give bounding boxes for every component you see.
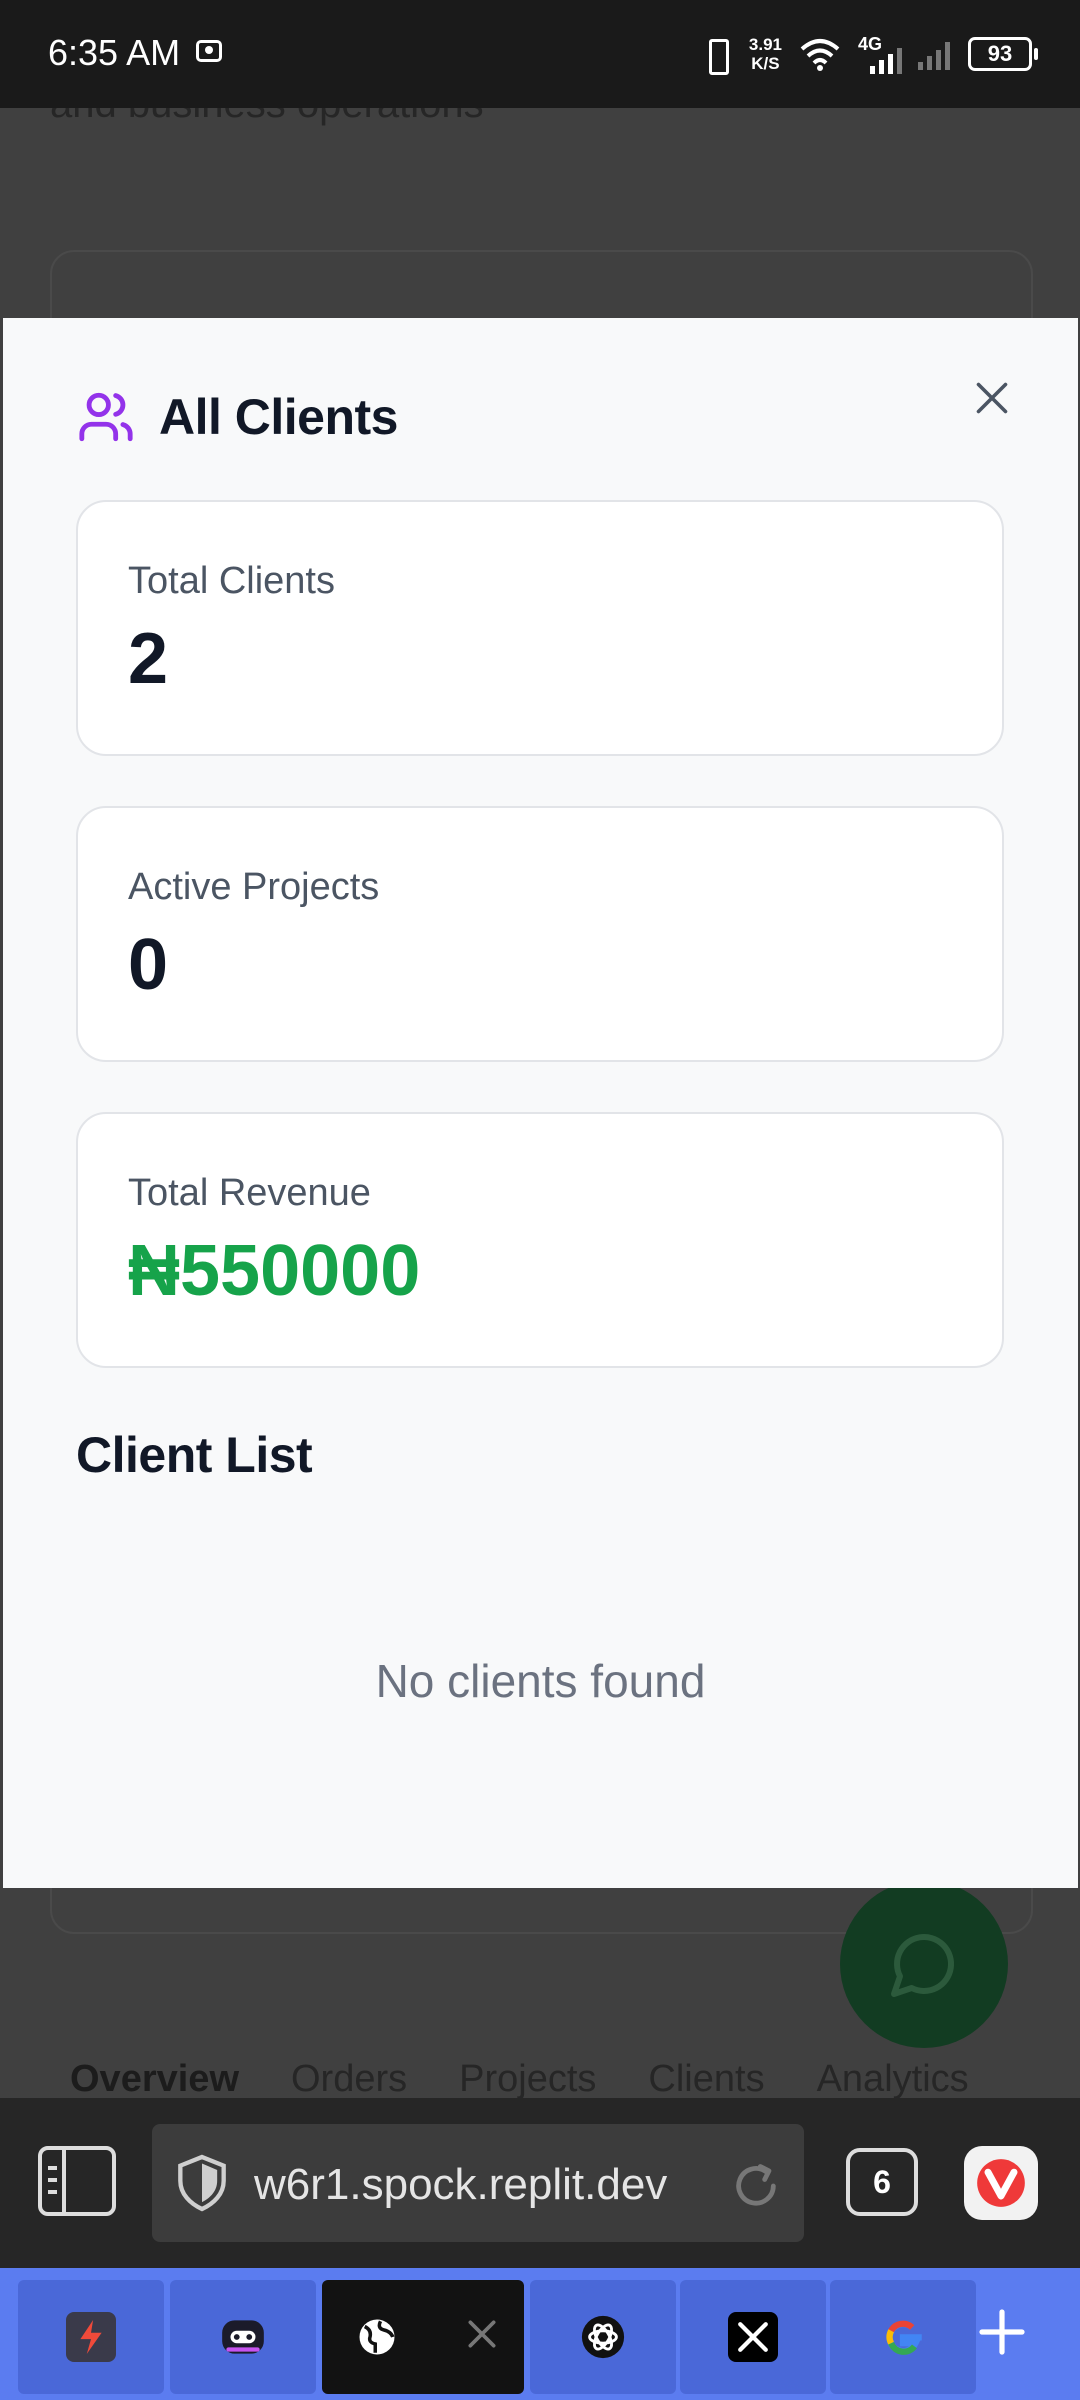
modal-title: All Clients — [159, 389, 398, 445]
screenshot-icon — [196, 40, 222, 62]
tab-google[interactable] — [830, 2280, 976, 2394]
chat-bubble-icon — [891, 1933, 955, 1997]
vivaldi-icon — [977, 2159, 1025, 2207]
battery-level: 93 — [987, 41, 1013, 66]
active-projects-card: Active Projects 0 — [76, 806, 1004, 1062]
reload-icon[interactable] — [730, 2160, 782, 2212]
globe-icon — [352, 2312, 402, 2362]
tab-chatgpt[interactable] — [530, 2280, 676, 2394]
tab-bot[interactable] — [170, 2280, 316, 2394]
empty-state-message: No clients found — [375, 1655, 706, 1707]
network-speed-unit: K/S — [751, 54, 780, 73]
close-icon — [976, 382, 1008, 414]
tab-orders[interactable]: Orders — [291, 2058, 407, 2098]
battery-icon: 93 — [968, 37, 1038, 71]
users-icon — [79, 392, 133, 442]
app-bolt-icon — [66, 2312, 116, 2362]
chatgpt-icon — [578, 2312, 628, 2362]
tab-x[interactable] — [680, 2280, 826, 2394]
all-clients-modal: All Clients Total Clients 2 Active Proje… — [3, 318, 1078, 1888]
browser-toolbar: w6r1.spock.replit.dev 6 — [0, 2098, 1080, 2268]
tab-strip — [0, 2268, 1080, 2400]
tab-switcher-button[interactable]: 6 — [846, 2148, 918, 2216]
tab-count: 6 — [873, 2164, 891, 2200]
stat-label: Total Revenue — [128, 1172, 371, 1214]
modal-header: All Clients — [77, 388, 398, 446]
google-icon — [878, 2312, 928, 2362]
close-tab-icon[interactable] — [462, 2314, 502, 2354]
address-bar[interactable]: w6r1.spock.replit.dev — [152, 2124, 804, 2242]
page-subtitle: and business operations — [50, 108, 484, 127]
client-list-title: Client List — [76, 1427, 313, 1483]
tab-projects[interactable]: Projects — [459, 2058, 596, 2098]
close-button[interactable] — [962, 368, 1022, 428]
dashboard-tabs: Overview Orders Projects Clients Analyti… — [70, 2058, 969, 2098]
total-clients-card: Total Clients 2 — [76, 500, 1004, 756]
sidebar-toggle-button[interactable] — [38, 2146, 116, 2216]
vivaldi-menu-button[interactable] — [964, 2146, 1038, 2220]
bot-icon — [218, 2312, 268, 2362]
tab-analytics[interactable]: Analytics — [817, 2058, 969, 2098]
status-bar: 6:35 AM 3.91 K/S 4G 93 — [0, 0, 1080, 108]
tab-overview[interactable]: Overview — [70, 2058, 239, 2098]
network-speed: 3.91 K/S — [749, 35, 782, 73]
status-time: 6:35 AM — [48, 32, 181, 73]
stat-value: 0 — [128, 925, 169, 1005]
vibrate-icon — [701, 37, 731, 75]
signal-bars-icon — [870, 48, 902, 74]
network-speed-value: 3.91 — [748, 35, 782, 54]
stat-value: 2 — [128, 619, 169, 699]
shield-icon[interactable] — [176, 2154, 228, 2212]
new-tab-button[interactable] — [972, 2292, 1032, 2372]
tab-current[interactable] — [322, 2280, 524, 2394]
stat-value: ₦550000 — [128, 1231, 421, 1311]
stat-label: Total Clients — [128, 560, 335, 602]
signal-bars-empty-icon — [918, 38, 950, 70]
tab-app[interactable] — [18, 2280, 164, 2394]
url-text[interactable]: w6r1.spock.replit.dev — [254, 2160, 714, 2210]
chat-button[interactable] — [840, 1880, 1008, 2048]
x-icon — [728, 2312, 778, 2362]
tab-clients[interactable]: Clients — [648, 2058, 764, 2098]
mobile-signal: 4G — [858, 34, 902, 74]
wifi-icon — [800, 39, 840, 71]
plus-icon — [979, 2309, 1025, 2355]
stat-label: Active Projects — [128, 866, 380, 908]
total-revenue-card: Total Revenue ₦550000 — [76, 1112, 1004, 1368]
